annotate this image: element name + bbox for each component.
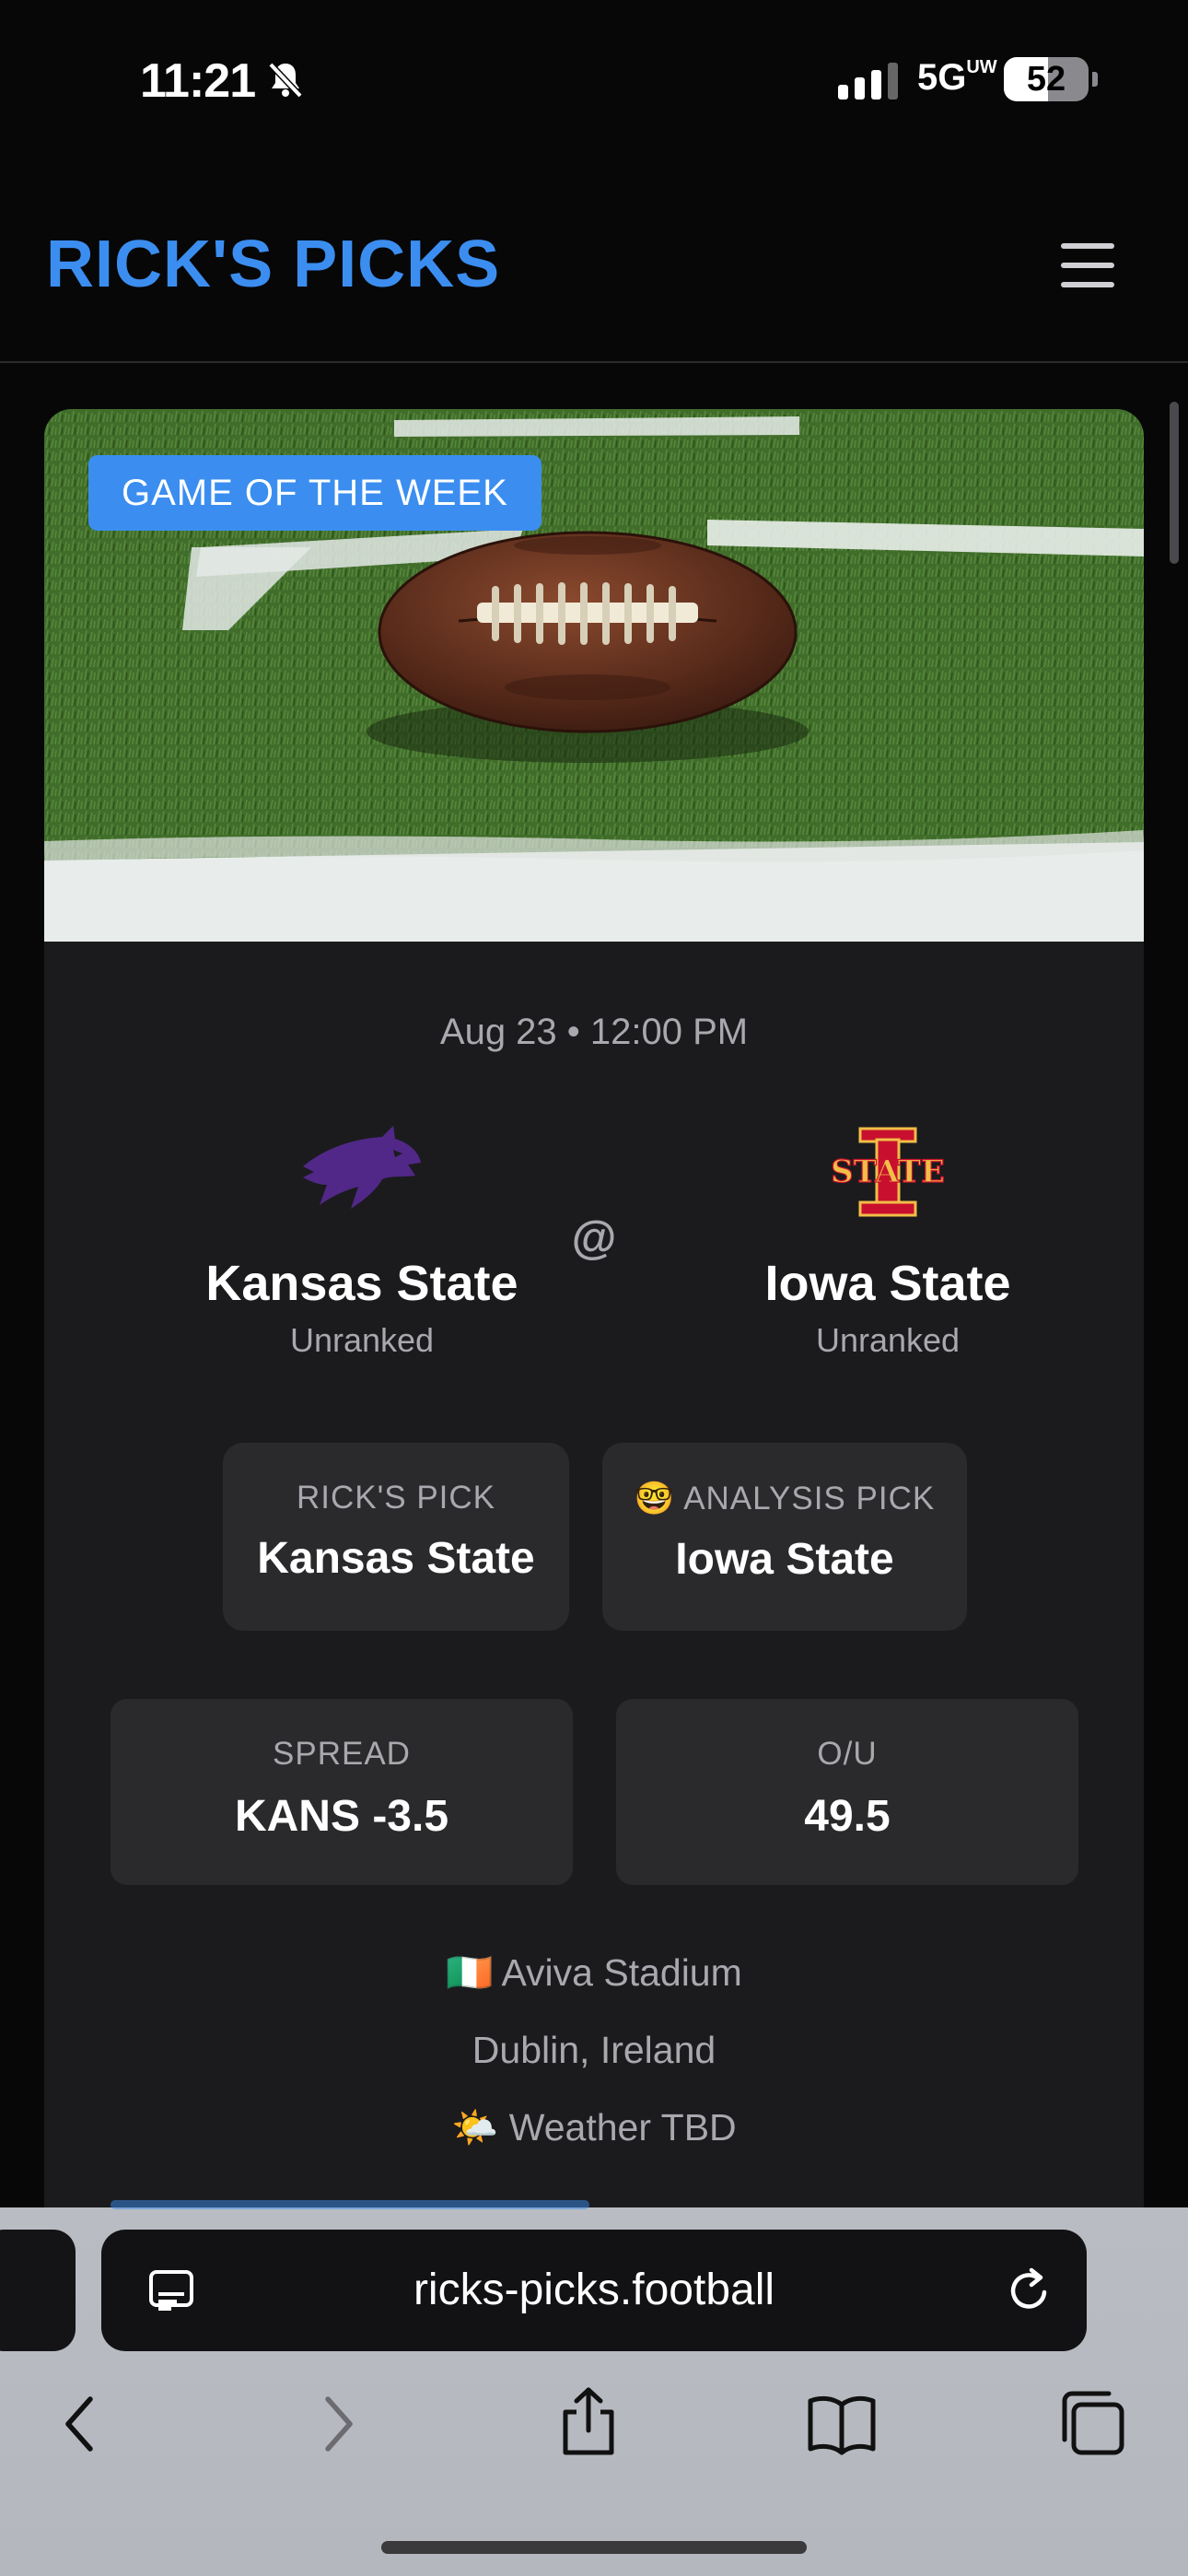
over-under-card[interactable]: O/U 49.5 <box>616 1699 1078 1885</box>
reload-icon[interactable] <box>1004 2265 1055 2316</box>
analysis-pick-card[interactable]: 🤓 ANALYSIS PICK Iowa State <box>602 1443 967 1631</box>
spread-card[interactable]: SPREAD KANS -3.5 <box>111 1699 573 1885</box>
browser-chrome: ricks-picks.football <box>0 2200 1188 2576</box>
url-text[interactable]: ricks-picks.football <box>101 2265 1087 2315</box>
bookmarks-icon[interactable] <box>805 2392 879 2456</box>
stadium-name: Aviva Stadium <box>501 1951 742 1994</box>
ricks-pick-card[interactable]: RICK'S PICK Kansas State <box>223 1443 569 1631</box>
venue-stadium: 🇮🇪 Aviva Stadium <box>44 1951 1144 1996</box>
game-card[interactable]: GAME OF THE WEEK Aug 23 • 12:00 PM Kansa… <box>44 409 1144 2252</box>
tabs-icon[interactable] <box>1057 2388 1127 2458</box>
cyclones-state-logo-icon: STATE <box>676 1113 1100 1233</box>
ricks-pick-value: Kansas State <box>257 1534 535 1583</box>
svg-text:STATE: STATE <box>831 1153 945 1190</box>
ireland-flag-icon: 🇮🇪 <box>446 1951 494 1994</box>
cellular-signal-icon <box>838 59 898 100</box>
status-bar: 11:21 5GUW 52 <box>0 0 1188 147</box>
partially-hidden-button <box>111 2200 589 2209</box>
home-team-rank: Unranked <box>815 1321 961 1359</box>
status-time: 11:21 <box>140 54 256 108</box>
over-under-value: 49.5 <box>804 1792 891 1841</box>
battery-percent: 52 <box>1026 60 1066 99</box>
forward-icon[interactable] <box>315 2392 361 2456</box>
weather-text: Weather TBD <box>508 2106 737 2149</box>
hero-football-image: GAME OF THE WEEK <box>44 409 1144 942</box>
battery-cap <box>1092 72 1098 87</box>
game-datetime: Aug 23 • 12:00 PM <box>439 1012 749 1052</box>
home-team-name: Iowa State <box>764 1256 1011 1311</box>
back-icon[interactable] <box>57 2392 103 2456</box>
home-team[interactable]: STATE Iowa State Unranked <box>676 1113 1100 1360</box>
previous-tab[interactable] <box>0 2230 76 2351</box>
silent-bell-icon <box>268 62 303 99</box>
nerd-face-icon: 🤓 <box>634 1481 676 1516</box>
spread-value: KANS -3.5 <box>234 1792 449 1841</box>
venue-city: Dublin, Ireland <box>472 2029 716 2071</box>
ricks-pick-label: RICK'S PICK <box>296 1480 496 1516</box>
sun-behind-cloud-icon: 🌤️ <box>451 2106 499 2149</box>
site-brand[interactable]: RICK'S PICKS <box>46 227 500 302</box>
home-indicator[interactable] <box>381 2541 807 2554</box>
share-icon[interactable] <box>556 2384 621 2458</box>
analysis-pick-label: ANALYSIS PICK <box>683 1481 936 1516</box>
over-under-label: O/U <box>817 1736 878 1772</box>
hamburger-menu-icon[interactable] <box>1061 243 1114 287</box>
spread-label: SPREAD <box>273 1736 411 1772</box>
site-header: RICK'S PICKS <box>0 184 1188 363</box>
network-type: 5GUW <box>917 57 997 98</box>
address-bar[interactable]: ricks-picks.football <box>101 2230 1087 2351</box>
scrollbar[interactable] <box>1170 402 1179 564</box>
game-of-the-week-badge: GAME OF THE WEEK <box>88 455 542 531</box>
analysis-pick-value: Iowa State <box>675 1535 894 1584</box>
away-team-rank: Unranked <box>289 1321 435 1359</box>
battery-icon: 52 <box>1004 57 1089 101</box>
weather-info: 🌤️ Weather TBD <box>44 2106 1144 2150</box>
